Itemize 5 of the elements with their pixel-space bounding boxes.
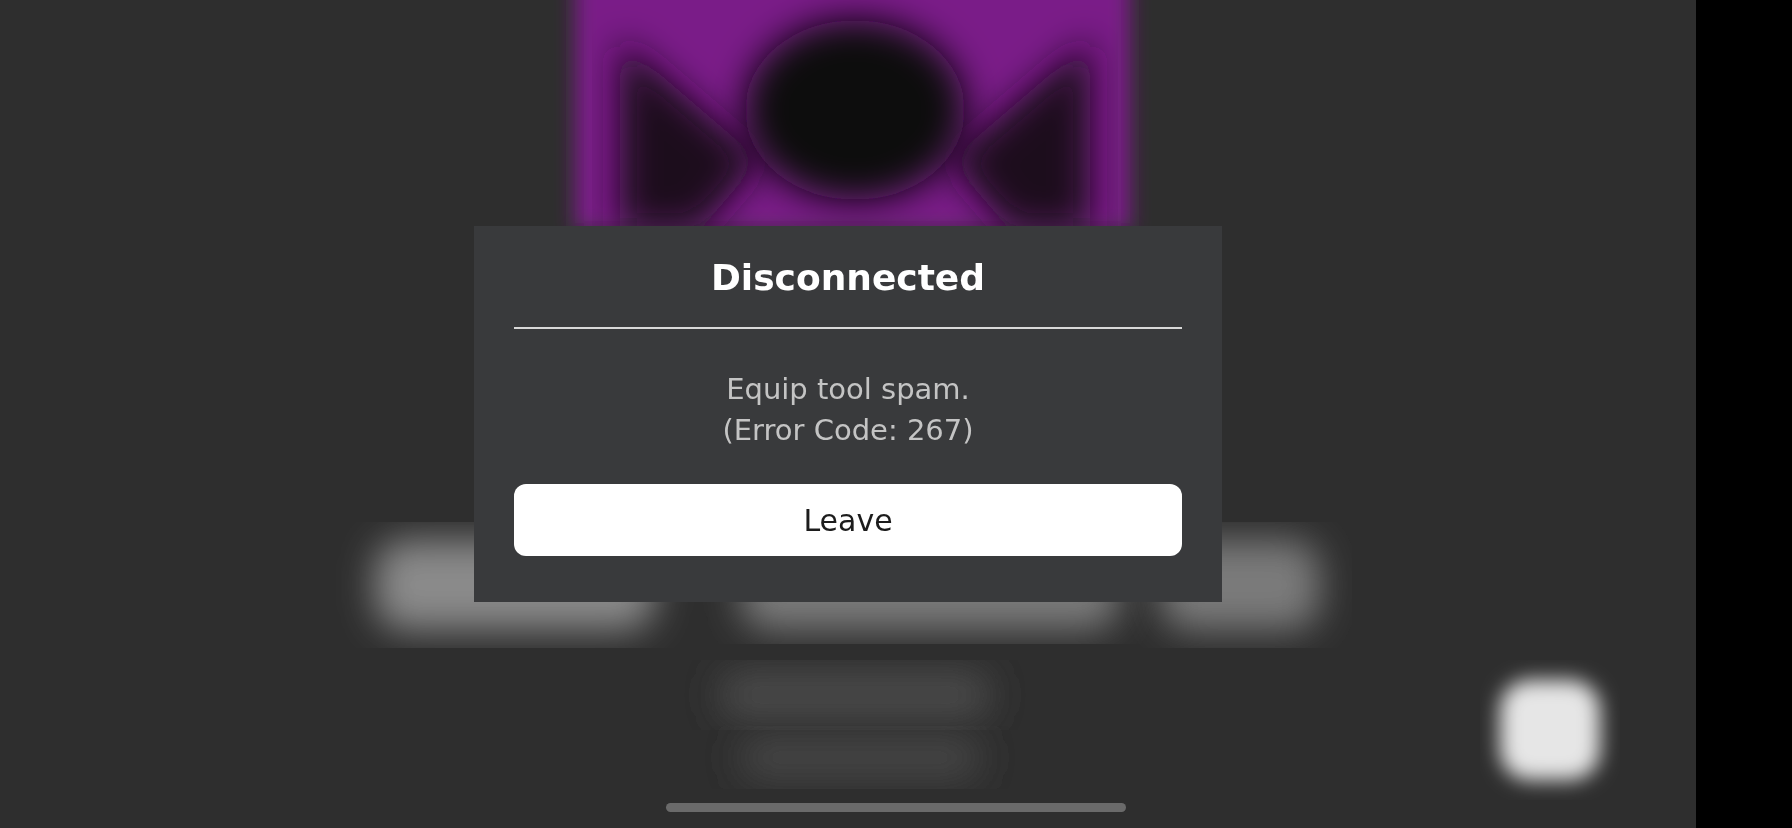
error-message: Equip tool spam. bbox=[726, 371, 970, 408]
error-message: (Error Code: 267) bbox=[722, 412, 974, 449]
dialog-title: Disconnected bbox=[710, 256, 986, 300]
leave-button[interactable]: Leave bbox=[514, 484, 1182, 556]
home-indicator[interactable] bbox=[666, 803, 1126, 812]
